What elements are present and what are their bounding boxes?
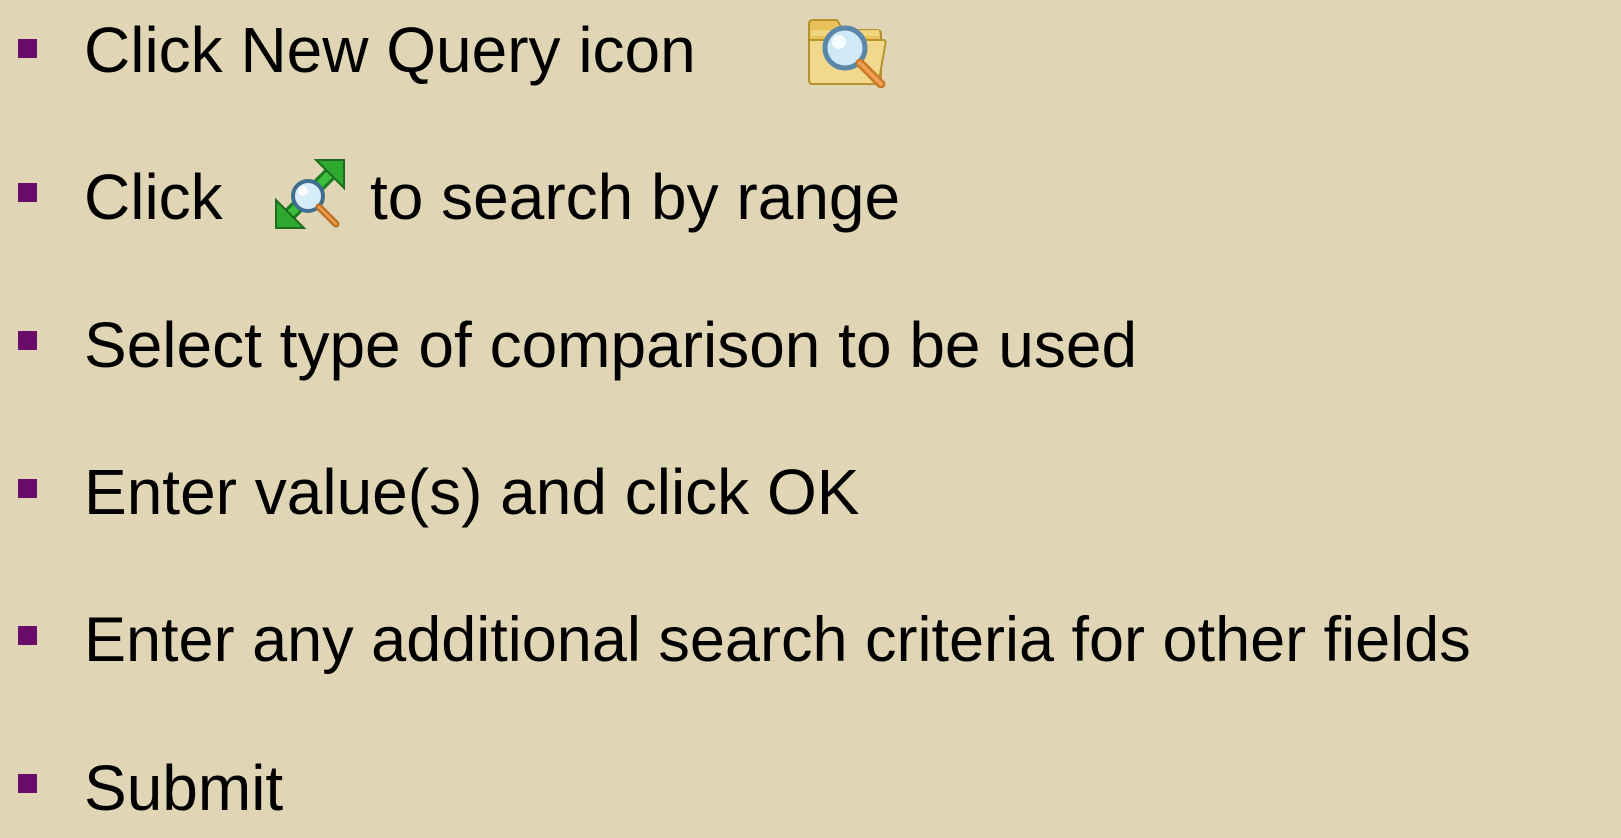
- bullet-marker: [18, 774, 37, 793]
- bullet-marker: [18, 626, 37, 645]
- bullet-item-range-search: Click to search by range: [0, 147, 1621, 247]
- new-query-folder-magnifier-icon: [805, 6, 891, 89]
- bullet-item-submit: Submit: [0, 738, 1621, 838]
- range-search-arrow-magnifier-icon: [274, 158, 346, 230]
- bullet-text-after-icon: to search by range: [370, 161, 901, 233]
- bullet-text: Click New Query icon: [84, 14, 696, 86]
- bullet-text: Enter value(s) and click OK: [84, 456, 860, 528]
- bullet-text: Enter any additional search criteria for…: [84, 605, 1471, 675]
- bullet-text: Submit: [84, 752, 284, 824]
- bullet-item-additional-criteria: Enter any additional search criteria for…: [0, 590, 1621, 690]
- bullet-marker: [18, 183, 37, 202]
- instruction-slide: Click New Query icon Click to search by …: [0, 0, 1621, 824]
- bullet-item-new-query: Click New Query icon: [0, 0, 1621, 100]
- bullet-item-comparison-type: Select type of comparison to be used: [0, 295, 1621, 395]
- bullet-text-before-icon: Click: [84, 161, 223, 233]
- bullet-marker: [18, 331, 37, 350]
- bullet-marker: [18, 479, 37, 498]
- bullet-text: Select type of comparison to be used: [84, 309, 1138, 381]
- bullet-item-enter-values: Enter value(s) and click OK: [0, 442, 1621, 542]
- bullet-marker: [18, 39, 37, 58]
